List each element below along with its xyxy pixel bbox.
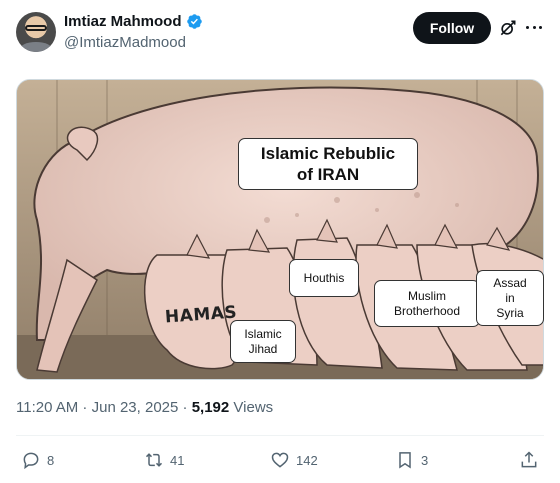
divider <box>16 435 544 436</box>
tweet-meta: 11:20 AM · Jun 23, 2025 · 5,192 Views <box>16 399 273 416</box>
islamic-jihad-label: Islamic Jihad <box>230 320 296 363</box>
reply-count: 8 <box>47 452 55 468</box>
houthis-label: Houthis <box>289 259 359 297</box>
muslim-brotherhood-label: Muslim Brotherhood <box>374 280 480 327</box>
like-button[interactable]: 142 <box>270 446 318 474</box>
bookmark-button[interactable]: 3 <box>395 446 428 474</box>
tweet-date[interactable]: Jun 23, 2025 <box>92 399 179 416</box>
meta-separator: · <box>178 399 192 416</box>
author-display-name[interactable]: Imtiaz Mahmood <box>64 13 182 30</box>
meta-separator: · <box>78 399 92 416</box>
grok-icon[interactable] <box>498 18 518 38</box>
follow-button[interactable]: Follow <box>413 12 491 44</box>
action-bar: 8 41 142 3 <box>0 446 560 474</box>
assad-label: Assad in Syria <box>476 270 544 326</box>
verified-badge-icon <box>186 14 202 29</box>
tweet-time[interactable]: 11:20 AM <box>16 399 78 416</box>
like-count: 142 <box>296 452 318 468</box>
heart-icon <box>271 452 289 468</box>
views-label: Views <box>229 399 274 416</box>
more-options-icon[interactable] <box>526 26 542 30</box>
avatar-shirt <box>20 42 52 52</box>
bookmark-icon <box>399 452 411 469</box>
author-name-row: Imtiaz Mahmood <box>64 13 203 30</box>
more-dot <box>532 26 536 29</box>
more-dot <box>526 26 529 29</box>
bookmark-count: 3 <box>421 452 429 468</box>
author-avatar[interactable] <box>16 12 56 52</box>
repost-icon <box>145 453 163 467</box>
repost-button[interactable]: 41 <box>144 446 184 474</box>
share-button[interactable] <box>519 446 539 474</box>
reply-button[interactable]: 8 <box>21 446 54 474</box>
share-icon <box>521 451 537 468</box>
views-count: 5,192 <box>191 399 230 416</box>
author-handle[interactable]: @ImtiazMadmood <box>64 34 186 51</box>
iran-label: Islamic Rebublic of IRAN <box>238 138 418 190</box>
repost-count: 41 <box>170 452 185 468</box>
avatar-glasses <box>25 25 47 31</box>
reply-icon <box>23 452 39 470</box>
more-dot <box>539 26 542 29</box>
